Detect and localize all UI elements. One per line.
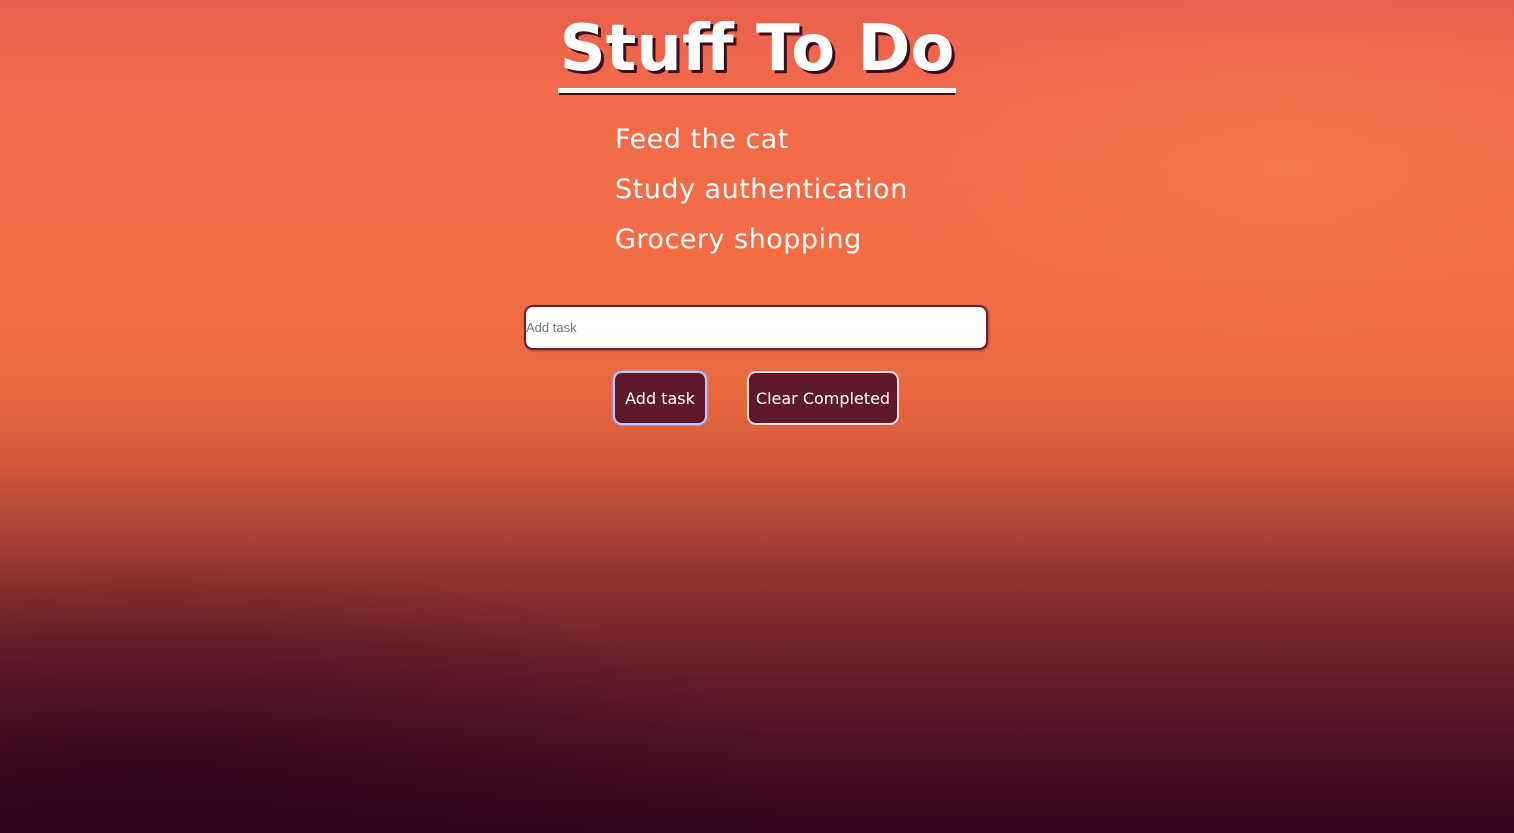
add-task-button[interactable]: Add task (613, 371, 707, 425)
clear-completed-button[interactable]: Clear Completed (747, 371, 899, 425)
add-task-input[interactable] (524, 305, 988, 350)
page-title: Stuff To Do (0, 6, 1514, 93)
task-item-grocery-shopping[interactable]: Grocery shopping (615, 218, 908, 268)
page-title-text: Stuff To Do (557, 10, 957, 93)
task-list: Feed the cat Study authentication Grocer… (615, 118, 908, 268)
task-item-feed-the-cat[interactable]: Feed the cat (615, 118, 908, 168)
todo-app: Stuff To Do Feed the cat Study authentic… (0, 0, 1514, 833)
task-item-study-authentication[interactable]: Study authentication (615, 168, 908, 218)
